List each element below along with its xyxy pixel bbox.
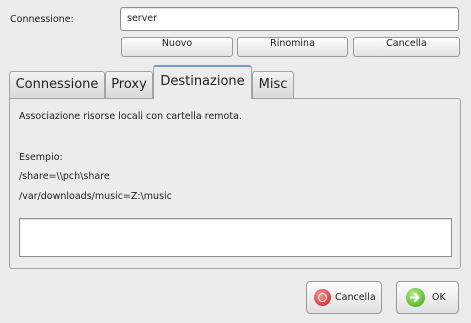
ok-button[interactable]: OK <box>396 281 459 314</box>
example-title: Esempio: <box>19 152 63 163</box>
tab-proxy[interactable]: Proxy <box>105 71 153 98</box>
connection-label: Connessione: <box>10 14 74 25</box>
rename-button[interactable]: Rinomina <box>237 37 348 57</box>
cancel-label: Cancella <box>335 292 376 303</box>
example-line-2: /var/downloads/music=Z:\music <box>19 191 172 202</box>
ok-arrow-icon <box>406 288 425 307</box>
delete-button[interactable]: Cancella <box>353 37 460 57</box>
description-text: Associazione risorse locali con cartella… <box>19 111 242 122</box>
example-line-1: /share=\\pch\share <box>19 171 110 182</box>
mapping-textarea[interactable] <box>19 218 452 257</box>
new-button[interactable]: Nuovo <box>121 37 233 57</box>
tab-destinazione[interactable]: Destinazione <box>153 65 252 99</box>
tab-connessione[interactable]: Connessione <box>9 71 105 98</box>
destination-panel: Associazione risorse locali con cartella… <box>9 98 461 269</box>
cancel-button[interactable]: Cancella <box>306 281 382 314</box>
cancel-icon <box>314 289 331 306</box>
ok-label: OK <box>432 292 446 303</box>
connection-input[interactable]: server <box>120 7 459 31</box>
tab-misc[interactable]: Misc <box>252 71 294 98</box>
